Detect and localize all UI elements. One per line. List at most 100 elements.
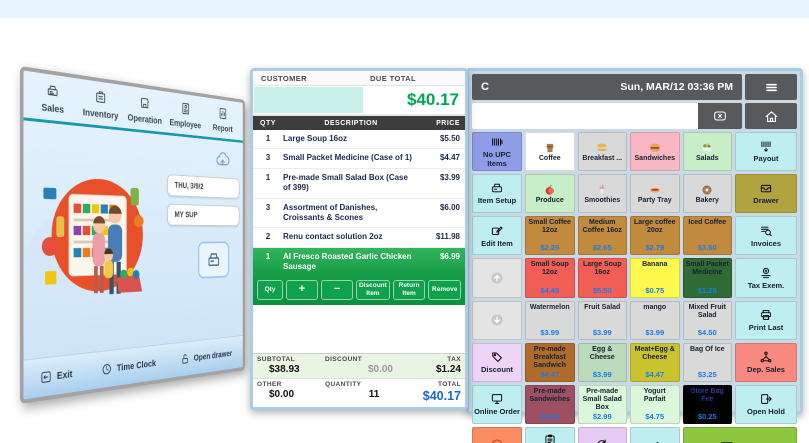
- clerk-initial: C: [472, 81, 489, 93]
- category-breakfast[interactable]: Breakfast ...: [578, 132, 628, 171]
- item-setup-button[interactable]: Item Setup: [472, 174, 522, 213]
- register-statusbar: C Sun, MAR/12 03:36 PM: [472, 74, 742, 100]
- item-description: Assortment of Danishes, Croissants & Sco…: [283, 203, 419, 224]
- time-clock-icon: [101, 362, 112, 377]
- tile-label: Banana: [642, 261, 667, 269]
- item-description: Al Fresco Roasted Garlic Chicken Sausage: [283, 252, 419, 273]
- product-fruit-salad[interactable]: Fruit Salad$3.99: [578, 301, 628, 340]
- product-small-coffee[interactable]: Small Coffee 12oz$2.25: [525, 216, 575, 255]
- product-premade-sandwiches[interactable]: Pre-made Sandwiches$5.49: [525, 385, 575, 424]
- tile-label: mango: [643, 304, 666, 312]
- product-iced-coffee[interactable]: Iced Coffee$3.50: [683, 216, 733, 255]
- receipt-row[interactable]: 3Small Packet Medicine (Case of 1)$4.47: [253, 149, 465, 168]
- online-order-button[interactable]: Online Order: [472, 385, 522, 424]
- search-input[interactable]: [472, 103, 698, 129]
- product-small-soup[interactable]: Small Soup 12oz$4.45: [525, 258, 575, 297]
- edit-item-button[interactable]: Edit Item: [472, 216, 522, 255]
- tab-employee[interactable]: Employee: [169, 99, 202, 131]
- product-egg-cheese[interactable]: Egg & Cheese$3.99: [578, 343, 628, 382]
- cancel-button[interactable]: Cancel: [472, 427, 522, 443]
- product-large-soup[interactable]: Large Soup 16oz$5.50: [578, 258, 628, 297]
- category-produce[interactable]: Produce: [525, 174, 575, 213]
- bottom-item-label: Exit: [57, 368, 73, 382]
- exit-button[interactable]: Exit: [39, 367, 72, 386]
- category-party-tray[interactable]: Party Tray: [630, 174, 680, 213]
- product-premade-small-salad-box[interactable]: Pre-made Small Salad Box$2.99: [578, 385, 628, 424]
- invoices-button[interactable]: Invoices: [735, 216, 797, 255]
- receipt-row[interactable]: 2Renu contact solution 2oz$11.98: [253, 228, 465, 247]
- receipt-row[interactable]: 3Assortment of Danishes, Croissants & Sc…: [253, 199, 465, 229]
- category-smoothies[interactable]: Smoothies: [578, 174, 628, 213]
- product-meat-egg-cheese[interactable]: Meat+Egg & Cheese$4.47: [630, 343, 680, 382]
- discount-button[interactable]: Discount: [472, 343, 522, 382]
- category-sandwiches[interactable]: Sandwiches: [630, 132, 680, 171]
- home-icon: [763, 108, 780, 125]
- receipt-row[interactable]: 1Pre-made Small Salad Box (Case of 399)$…: [253, 169, 465, 199]
- open-drawer-button[interactable]: Open drawer: [180, 347, 232, 366]
- increase-qty-button[interactable]: +: [286, 280, 318, 300]
- tax-exempt-button[interactable]: Tax Exem.: [735, 258, 797, 297]
- receipt-row[interactable]: 1Large Soup 16oz$5.50: [253, 130, 465, 149]
- dep-sales-button[interactable]: Dep. Sales: [735, 343, 797, 382]
- tab-report[interactable]: Report: [207, 104, 237, 135]
- no-upc-items-button[interactable]: No UPC Items: [472, 132, 522, 171]
- print-last-button[interactable]: Print Last: [735, 301, 797, 340]
- remove-item-button[interactable]: Remove: [428, 280, 461, 300]
- time-clock-button[interactable]: Time Clock: [101, 356, 156, 377]
- decrease-qty-button[interactable]: −: [321, 280, 353, 300]
- discount-item-button[interactable]: Discount Item: [356, 280, 390, 300]
- hold-button[interactable]: Hold: [630, 427, 680, 443]
- store-name-button[interactable]: MY SUP: [167, 204, 239, 226]
- payout-button[interactable]: Payout: [735, 132, 797, 171]
- category-bakery[interactable]: Bakery: [683, 174, 733, 213]
- product-banana[interactable]: Banana$0.75: [630, 258, 680, 297]
- scroll-up-button[interactable]: [472, 258, 522, 297]
- drawer-button[interactable]: Drawer: [735, 174, 797, 213]
- refund-button[interactable]: Refund: [578, 427, 628, 443]
- product-small-packet-medicine[interactable]: Small Packet Medicine$1.25: [683, 258, 733, 297]
- payout-icon: [759, 139, 773, 153]
- product-mixed-fruit-salad[interactable]: Mixed Fruit Salad$4.50: [683, 301, 733, 340]
- scroll-down-button[interactable]: [472, 301, 522, 340]
- pay-button[interactable]: Pay: [683, 427, 798, 443]
- tile-price: $4.75: [645, 412, 664, 422]
- home-button[interactable]: [745, 103, 797, 129]
- product-large-coffee[interactable]: Large coffee 20oz$2.79: [630, 216, 680, 255]
- qty-button[interactable]: Qty: [257, 280, 283, 300]
- product-watermelon[interactable]: Watermelon$3.99: [525, 301, 575, 340]
- qty-column-header: QTY: [253, 120, 283, 127]
- tab-operation[interactable]: Operation: [127, 93, 163, 127]
- item-qty: 3: [253, 153, 283, 163]
- item-price: $6.00: [419, 203, 465, 224]
- clear-search-button[interactable]: [698, 103, 742, 129]
- item-setup-icon: [490, 181, 504, 195]
- category-salads[interactable]: Salads: [683, 132, 733, 171]
- backoffice-window: SalesInventoryOperationEmployeeReport: [20, 66, 245, 404]
- business-date-button[interactable]: THU, 3/9/2: [167, 174, 239, 199]
- return-item-button[interactable]: Return Item: [393, 280, 426, 300]
- menu-button[interactable]: [745, 74, 797, 100]
- tile-price: $0.25: [698, 412, 717, 422]
- product-store-bag-fee[interactable]: Store Bag Fee$0.25: [683, 385, 733, 424]
- donut-icon: [700, 183, 714, 197]
- item-price: $6.99: [419, 252, 465, 273]
- manage-order-button[interactable]: Manage Order: [525, 427, 575, 443]
- product-premade-breakfast-sandwich[interactable]: Pre-made Breakfast Sandwich$4.47: [525, 343, 575, 382]
- tile-label: Large coffee 20oz: [632, 219, 678, 235]
- tile-label: Pre-made Breakfast Sandwich: [527, 346, 573, 370]
- tab-inventory[interactable]: Inventory: [81, 87, 120, 123]
- product-mango[interactable]: mango$3.99: [630, 301, 680, 340]
- tile-price: $4.50: [698, 328, 717, 338]
- due-total-label: DUE TOTAL: [370, 74, 465, 83]
- product-medium-coffee[interactable]: Medium Coffee 16oz$2.65: [578, 216, 628, 255]
- tile-label: Bag Of Ice: [690, 346, 725, 354]
- tile-label: Small Soup 12oz: [527, 261, 573, 277]
- open-hold-button[interactable]: Open Hold: [735, 385, 797, 424]
- receipt-row[interactable]: 1Al Fresco Roasted Garlic Chicken Sausag…: [253, 248, 465, 277]
- register-shortcut-button[interactable]: [198, 242, 229, 279]
- product-yogurt-parfait[interactable]: Yogurt Parfait$4.75: [630, 385, 680, 424]
- customer-field[interactable]: [254, 87, 363, 113]
- tab-sales[interactable]: Sales: [31, 80, 74, 117]
- category-coffee[interactable]: Coffee: [525, 132, 575, 171]
- product-bag-of-ice[interactable]: Bag Of Ice$3.25: [683, 343, 733, 382]
